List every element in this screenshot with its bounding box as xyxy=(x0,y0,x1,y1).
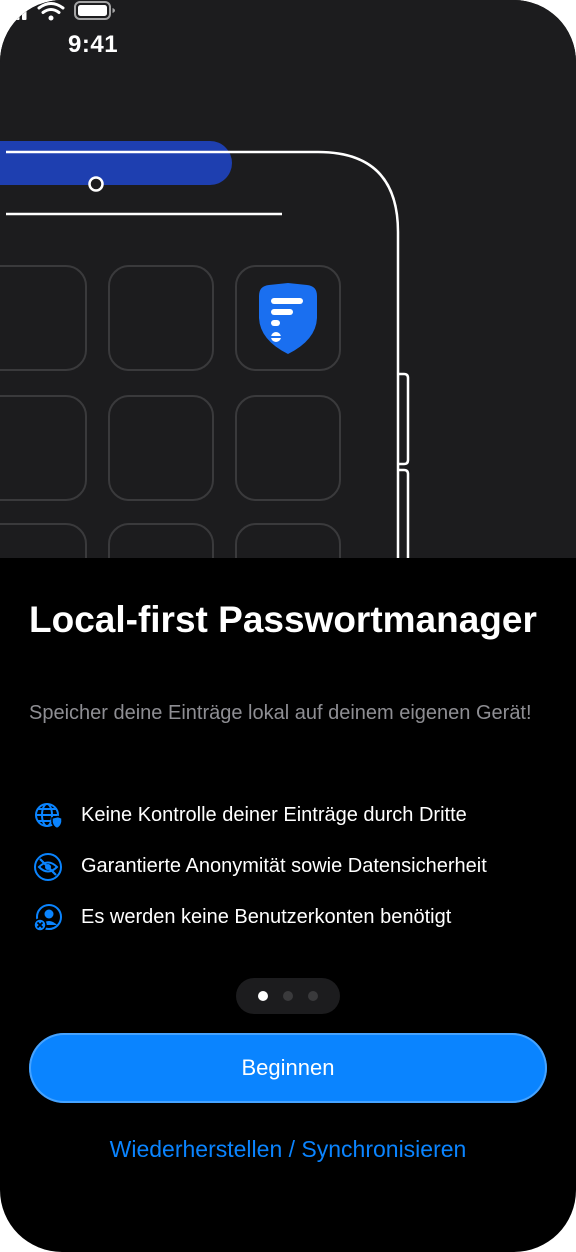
page-dot[interactable] xyxy=(308,991,318,1001)
tile xyxy=(108,395,214,501)
page-dot[interactable] xyxy=(283,991,293,1001)
feature-item: Keine Kontrolle deiner Einträge durch Dr… xyxy=(0,798,576,832)
status-bar: 9:41 xyxy=(0,0,576,96)
feature-text: Keine Kontrolle deiner Einträge durch Dr… xyxy=(81,804,467,826)
wifi-icon xyxy=(37,2,65,21)
tile xyxy=(0,523,87,558)
tile xyxy=(235,395,341,501)
status-icons xyxy=(1,1,115,21)
tile xyxy=(0,265,87,371)
restore-sync-link[interactable]: Wiederherstellen / Synchronisieren xyxy=(0,1136,576,1163)
no-account-icon xyxy=(33,904,62,932)
illustration-side-button-1 xyxy=(398,372,410,466)
page-dot-active[interactable] xyxy=(258,991,268,1001)
tile xyxy=(0,395,87,501)
feature-item: Garantierte Anonymität sowie Datensicher… xyxy=(0,849,576,883)
feature-text: Garantierte Anonymität sowie Datensicher… xyxy=(81,855,487,877)
status-time: 9:41 xyxy=(68,31,119,58)
eye-slash-icon xyxy=(34,853,62,881)
tile xyxy=(108,523,214,558)
tile xyxy=(235,523,341,558)
illustration-side-button-2 xyxy=(398,468,410,558)
signal-icon xyxy=(1,3,27,20)
illustration-search-pill xyxy=(0,141,232,185)
battery-icon xyxy=(74,1,115,20)
begin-button[interactable]: Beginnen xyxy=(29,1033,547,1103)
page-indicator[interactable] xyxy=(236,978,340,1014)
feature-text: Es werden keine Benutzerkonten benötigt xyxy=(81,906,452,928)
hero-illustration: 9:41 xyxy=(0,0,576,558)
page-title: Local-first Passwortmanager xyxy=(29,599,537,640)
globe-shield-icon xyxy=(35,803,63,830)
tile xyxy=(108,265,214,371)
feature-item: Es werden keine Benutzerkonten benötigt xyxy=(0,900,576,934)
illustration-cursor-dot xyxy=(88,176,104,192)
onboarding-screen: 9:41 Local-first Passwortmanager Speiche… xyxy=(0,0,576,1252)
app-logo-icon xyxy=(259,283,317,354)
page-subtitle: Speicher deine Einträge lokal auf deinem… xyxy=(29,702,532,724)
